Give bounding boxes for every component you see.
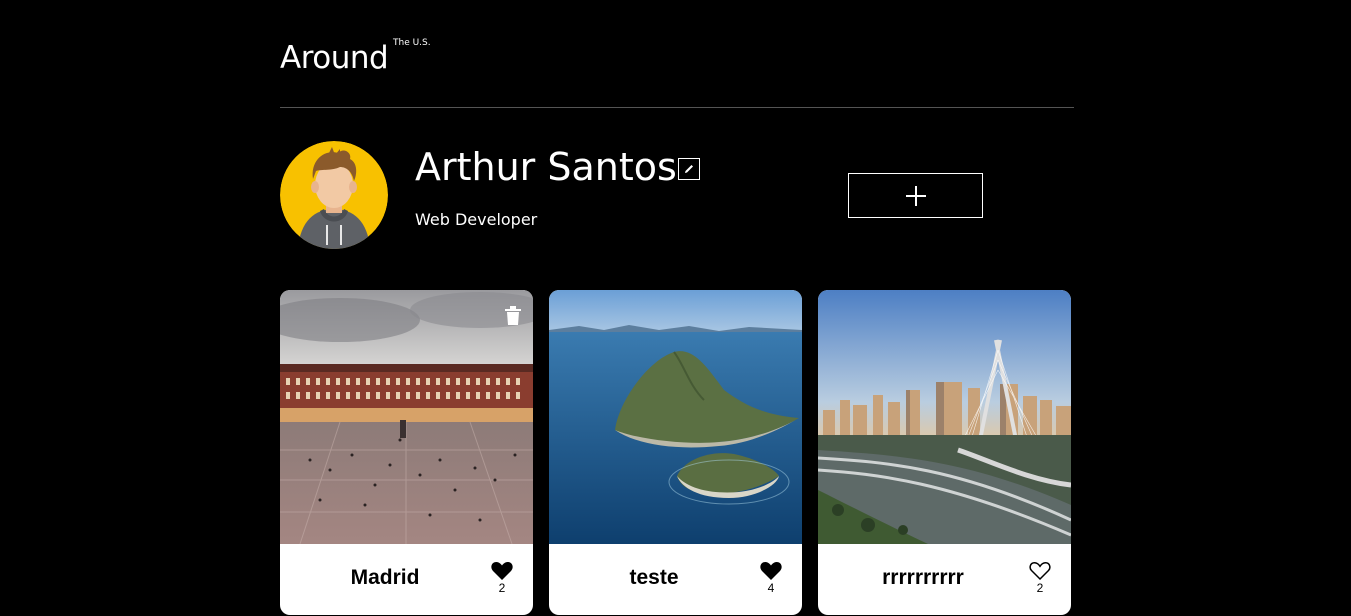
pencil-icon [685, 165, 693, 173]
logo: Around [280, 40, 389, 76]
card-title: Madrid [350, 566, 420, 589]
plus-icon [905, 185, 926, 206]
logo-superscript: The U.S. [393, 38, 431, 48]
trash-icon[interactable] [504, 306, 522, 326]
heart-filled-icon [760, 561, 782, 580]
place-card: rrrrrrrrrr 2 [818, 290, 1071, 615]
profile-role: Web Developer [415, 210, 538, 229]
like-button[interactable] [1028, 559, 1052, 581]
place-card: Madrid 2 [280, 290, 533, 615]
edit-profile-button[interactable] [678, 158, 700, 180]
place-card: teste 4 [549, 290, 802, 615]
profile-name: Arthur Santos [415, 145, 677, 189]
like-button[interactable] [490, 559, 514, 581]
like-count: 2 [498, 581, 506, 595]
card-image-madrid[interactable] [280, 290, 533, 544]
card-title: rrrrrrrrrr [882, 566, 964, 589]
avatar-illustration-icon [280, 141, 388, 249]
heart-outline-icon [1029, 561, 1051, 580]
card-title: teste [629, 566, 679, 589]
card-image-city[interactable] [818, 290, 1071, 544]
like-count: 4 [767, 581, 775, 595]
like-count: 2 [1036, 581, 1044, 595]
heart-filled-icon [491, 561, 513, 580]
avatar[interactable] [280, 141, 388, 249]
card-image-teste[interactable] [549, 290, 802, 544]
like-button[interactable] [759, 559, 783, 581]
add-place-button[interactable] [848, 173, 983, 218]
profile-section: Arthur Santos Web Developer [280, 141, 1074, 251]
header: Around The U.S. [280, 38, 1074, 108]
